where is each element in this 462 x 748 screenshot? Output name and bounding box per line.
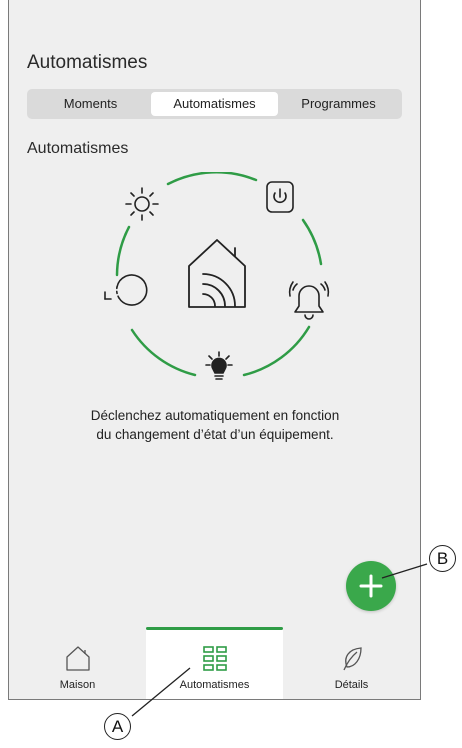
description-line-2: du changement d’état d’un équipement.: [96, 427, 334, 442]
tab-moments[interactable]: Moments: [30, 92, 151, 116]
nav-label-automatismes: Automatismes: [179, 679, 250, 691]
plus-icon: [359, 574, 383, 598]
section-title: Automatismes: [27, 140, 129, 157]
leaf-icon: [342, 647, 362, 671]
nav-item-maison[interactable]: Maison: [9, 629, 146, 699]
cycle-arcs: [115, 172, 323, 377]
description: Déclenchez automatiquement en fonction d…: [29, 406, 401, 444]
nav-item-details[interactable]: Détails: [283, 629, 420, 699]
callout-a: A: [104, 713, 131, 740]
tab-programmes[interactable]: Programmes: [278, 92, 399, 116]
lightbulb-icon: [205, 351, 233, 380]
automation-illustration: [104, 172, 330, 380]
phone-screen: Automatismes Moments Automatismes Progra…: [8, 0, 421, 700]
smart-home-icon: [188, 239, 246, 308]
grid-icon: [202, 646, 227, 671]
nav-label-maison: Maison: [59, 679, 96, 691]
nav-item-automatismes[interactable]: Automatismes: [146, 627, 283, 699]
arc-right: [301, 218, 323, 266]
alarm-bell-icon: [288, 281, 330, 320]
sun-icon: [125, 187, 159, 221]
house-icon: [65, 646, 90, 671]
bottom-navigation: Maison Automatismes Détails: [9, 627, 420, 699]
arc-left: [115, 225, 131, 277]
arc-bottom-right: [242, 325, 311, 377]
description-line-1: Déclenchez automatiquement en fonction: [90, 408, 340, 423]
add-automation-button[interactable]: [346, 561, 396, 611]
clock-icon: [104, 274, 148, 306]
tab-automatismes[interactable]: Automatismes: [150, 92, 279, 116]
segmented-control: Moments Automatismes Programmes: [27, 89, 402, 119]
page-title: Automatismes: [27, 52, 148, 73]
arc-bottom-left: [130, 328, 197, 377]
power-icon: [266, 181, 294, 213]
arc-top: [166, 172, 258, 186]
callout-b: B: [429, 545, 456, 572]
nav-label-details: Détails: [334, 679, 369, 691]
